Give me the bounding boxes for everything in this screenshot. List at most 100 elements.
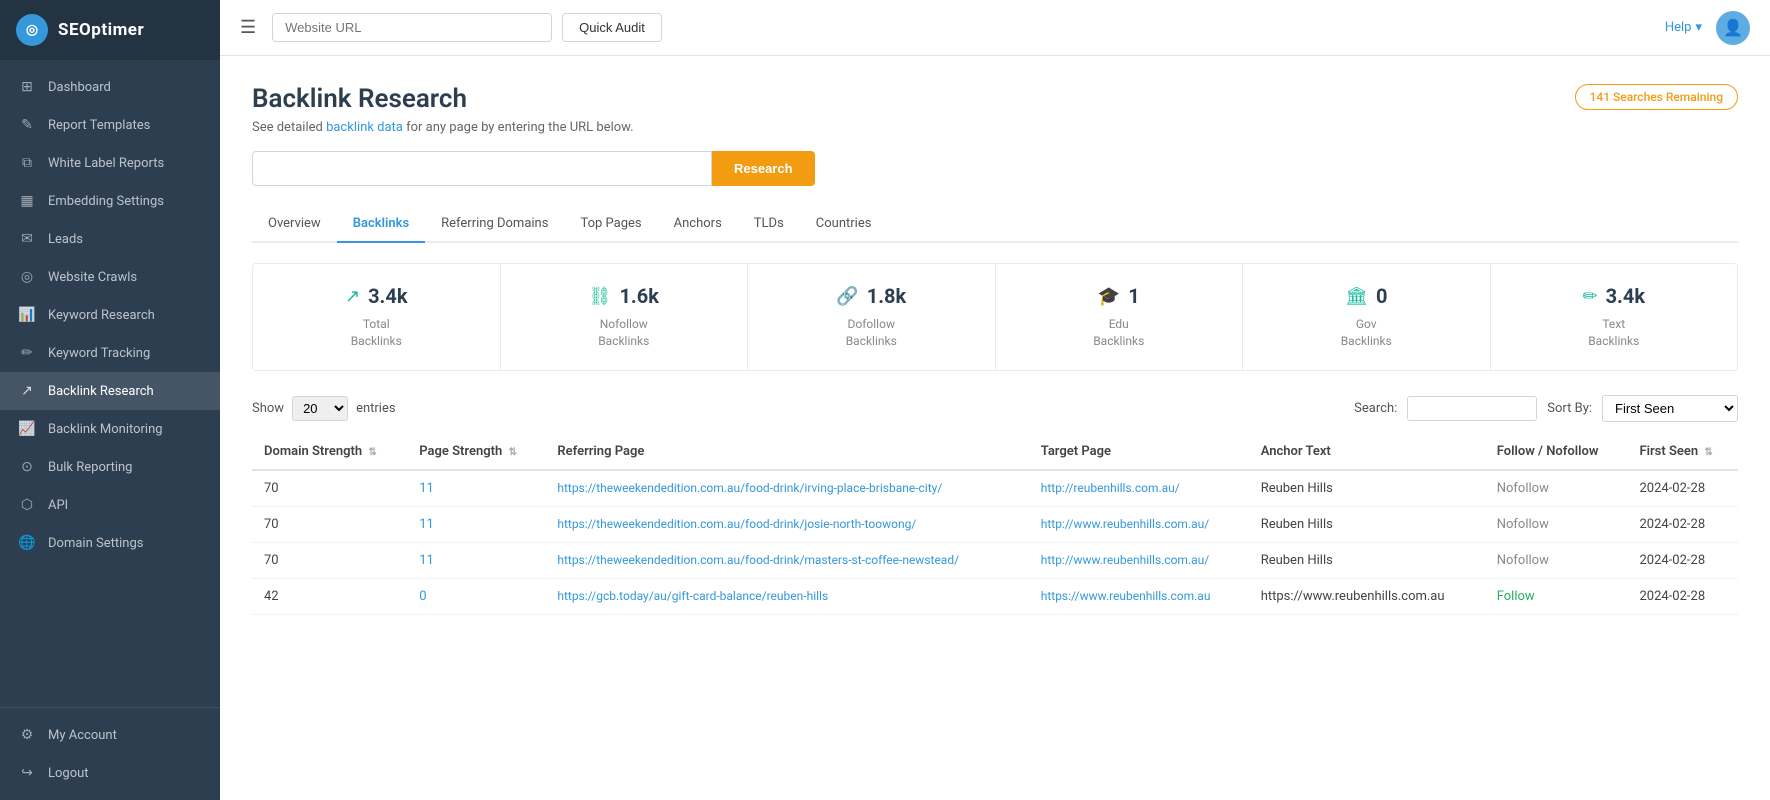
- domain-strength-cell: 70: [252, 470, 407, 507]
- table-row: 70 11 https://theweekendedition.com.au/f…: [252, 506, 1738, 542]
- sidebar-label-backlink-monitoring: Backlink Monitoring: [48, 422, 163, 437]
- sidebar-item-keyword-tracking[interactable]: ✏ Keyword Tracking: [0, 334, 220, 372]
- sidebar-item-white-label[interactable]: ⧉ White Label Reports: [0, 144, 220, 182]
- website-url-input[interactable]: [272, 13, 552, 42]
- sidebar-item-leads[interactable]: ✉ Leads: [0, 220, 220, 258]
- page-strength-link[interactable]: 11: [419, 517, 434, 532]
- sidebar-label-logout: Logout: [48, 766, 89, 781]
- tabs-row: OverviewBacklinksReferring DomainsTop Pa…: [252, 206, 1738, 243]
- sidebar-item-api[interactable]: ⬡ API: [0, 486, 220, 524]
- quick-audit-button[interactable]: Quick Audit: [562, 13, 662, 42]
- sidebar-bottom: ⚙ My Account↪ Logout: [0, 707, 220, 800]
- dashboard-icon: ⊞: [18, 79, 36, 95]
- tab-countries[interactable]: Countries: [800, 206, 888, 243]
- sidebar-item-logout[interactable]: ↪ Logout: [0, 754, 220, 792]
- page-strength-cell: 11: [407, 542, 545, 578]
- gov-backlinks-label: GovBacklinks: [1259, 316, 1474, 350]
- sidebar-logo[interactable]: ◎ SEOptimer: [0, 0, 220, 60]
- sidebar-item-keyword-research[interactable]: 📊 Keyword Research: [0, 296, 220, 334]
- backlink-link[interactable]: backlink data: [326, 120, 403, 135]
- target-page-cell: http://www.reubenhills.com.au/: [1029, 506, 1249, 542]
- sidebar-label-my-account: My Account: [48, 728, 117, 743]
- tab-top-pages[interactable]: Top Pages: [564, 206, 657, 243]
- show-entries-control: Show 102050100 entries: [252, 396, 396, 421]
- follow-nofollow-cell: Nofollow: [1485, 542, 1628, 578]
- follow-nofollow-cell: Follow: [1485, 578, 1628, 614]
- tab-backlinks[interactable]: Backlinks: [337, 206, 425, 243]
- anchor-text-cell: Reuben Hills: [1249, 470, 1485, 507]
- sidebar-nav: ⊞ Dashboard✎ Report Templates⧉ White Lab…: [0, 60, 220, 707]
- tab-referring-domains[interactable]: Referring Domains: [425, 206, 564, 243]
- edu-backlinks-number: 1: [1128, 284, 1139, 308]
- anchor-text-cell: https://www.reubenhills.com.au: [1249, 578, 1485, 614]
- stat-nofollow-backlinks: ⛓ 1.6k NofollowBacklinks: [501, 264, 749, 370]
- sidebar-item-backlink-monitoring[interactable]: 📈 Backlink Monitoring: [0, 410, 220, 448]
- sidebar-label-leads: Leads: [48, 232, 83, 247]
- logo-icon: ◎: [16, 14, 48, 46]
- col-page-strength[interactable]: Page Strength ⇅: [407, 434, 545, 470]
- col-domain-strength[interactable]: Domain Strength ⇅: [252, 434, 407, 470]
- table-row: 70 11 https://theweekendedition.com.au/f…: [252, 470, 1738, 507]
- entries-select[interactable]: 102050100: [292, 396, 348, 421]
- page-strength-cell: 0: [407, 578, 545, 614]
- stat-gov-backlinks: 🏛 0 GovBacklinks: [1243, 264, 1491, 370]
- referring-page-link[interactable]: https://theweekendedition.com.au/food-dr…: [557, 517, 916, 531]
- sidebar-item-dashboard[interactable]: ⊞ Dashboard: [0, 68, 220, 106]
- sidebar-item-embedding[interactable]: ▦ Embedding Settings: [0, 182, 220, 220]
- table-row: 42 0 https://gcb.today/au/gift-card-bala…: [252, 578, 1738, 614]
- table-right-controls: Search: Sort By: First SeenDomain Streng…: [1354, 395, 1738, 422]
- tab-overview[interactable]: Overview: [252, 206, 337, 243]
- domain-strength-cell: 70: [252, 542, 407, 578]
- sidebar-item-bulk-reporting[interactable]: ⊙ Bulk Reporting: [0, 448, 220, 486]
- domain-strength-cell: 42: [252, 578, 407, 614]
- white-label-icon: ⧉: [18, 155, 36, 171]
- hamburger-icon[interactable]: ☰: [240, 17, 256, 38]
- sort-by-label: Sort By:: [1547, 401, 1592, 416]
- sidebar-item-domain-settings[interactable]: 🌐 Domain Settings: [0, 524, 220, 562]
- nofollow-backlinks-icon: ⛓: [589, 286, 612, 307]
- target-page-link[interactable]: http://www.reubenhills.com.au/: [1041, 517, 1209, 531]
- referring-page-link[interactable]: https://theweekendedition.com.au/food-dr…: [557, 481, 942, 495]
- total-backlinks-icon: ↗: [345, 286, 360, 307]
- referring-page-link[interactable]: https://theweekendedition.com.au/food-dr…: [557, 553, 959, 567]
- help-button[interactable]: Help ▾: [1665, 20, 1702, 35]
- url-search-row: https://www.reubenhills.com.au/ Research: [252, 151, 1738, 186]
- research-button[interactable]: Research: [712, 151, 815, 186]
- url-research-input[interactable]: https://www.reubenhills.com.au/: [252, 151, 712, 186]
- target-page-link[interactable]: http://www.reubenhills.com.au/: [1041, 553, 1209, 567]
- stat-edu-backlinks: 🎓 1 EduBacklinks: [996, 264, 1244, 370]
- sidebar-item-website-crawls[interactable]: ◎ Website Crawls: [0, 258, 220, 296]
- page-subtitle: See detailed backlink data for any page …: [252, 120, 1738, 135]
- sidebar-item-my-account[interactable]: ⚙ My Account: [0, 716, 220, 754]
- sidebar-label-api: API: [48, 498, 68, 513]
- sort-arrow-icon: ⇅: [509, 447, 517, 458]
- show-label: Show: [252, 401, 284, 416]
- sidebar-label-keyword-tracking: Keyword Tracking: [48, 346, 150, 361]
- user-avatar[interactable]: 👤: [1716, 11, 1750, 45]
- referring-page-cell: https://theweekendedition.com.au/food-dr…: [545, 470, 1028, 507]
- target-page-cell: http://www.reubenhills.com.au/: [1029, 542, 1249, 578]
- page-strength-link[interactable]: 11: [419, 481, 434, 496]
- sidebar-label-white-label: White Label Reports: [48, 156, 164, 171]
- leads-icon: ✉: [18, 231, 36, 247]
- keyword-tracking-icon: ✏: [18, 345, 36, 361]
- page-strength-link[interactable]: 11: [419, 553, 434, 568]
- col-referring-page: Referring Page: [545, 434, 1028, 470]
- total-backlinks-label: TotalBacklinks: [269, 316, 484, 350]
- first-seen-cell: 2024-02-28: [1627, 578, 1738, 614]
- target-page-link[interactable]: https://www.reubenhills.com.au: [1041, 589, 1211, 603]
- col-anchor-text: Anchor Text: [1249, 434, 1485, 470]
- tab-anchors[interactable]: Anchors: [658, 206, 738, 243]
- referring-page-link[interactable]: https://gcb.today/au/gift-card-balance/r…: [557, 589, 828, 603]
- table-search-input[interactable]: [1407, 396, 1537, 421]
- sidebar-item-report-templates[interactable]: ✎ Report Templates: [0, 106, 220, 144]
- tab-tlds[interactable]: TLDs: [738, 206, 800, 243]
- target-page-link[interactable]: http://reubenhills.com.au/: [1041, 481, 1180, 495]
- sort-select[interactable]: First SeenDomain StrengthPage Strength: [1602, 395, 1738, 422]
- sidebar-item-backlink-research[interactable]: ↗ Backlink Research: [0, 372, 220, 410]
- page-strength-link[interactable]: 0: [419, 589, 426, 604]
- sort-arrow-icon: ⇅: [368, 447, 376, 458]
- gov-backlinks-number: 0: [1376, 284, 1387, 308]
- backlinks-table: Domain Strength ⇅Page Strength ⇅Referrin…: [252, 434, 1738, 615]
- col-first-seen[interactable]: First Seen ⇅: [1627, 434, 1738, 470]
